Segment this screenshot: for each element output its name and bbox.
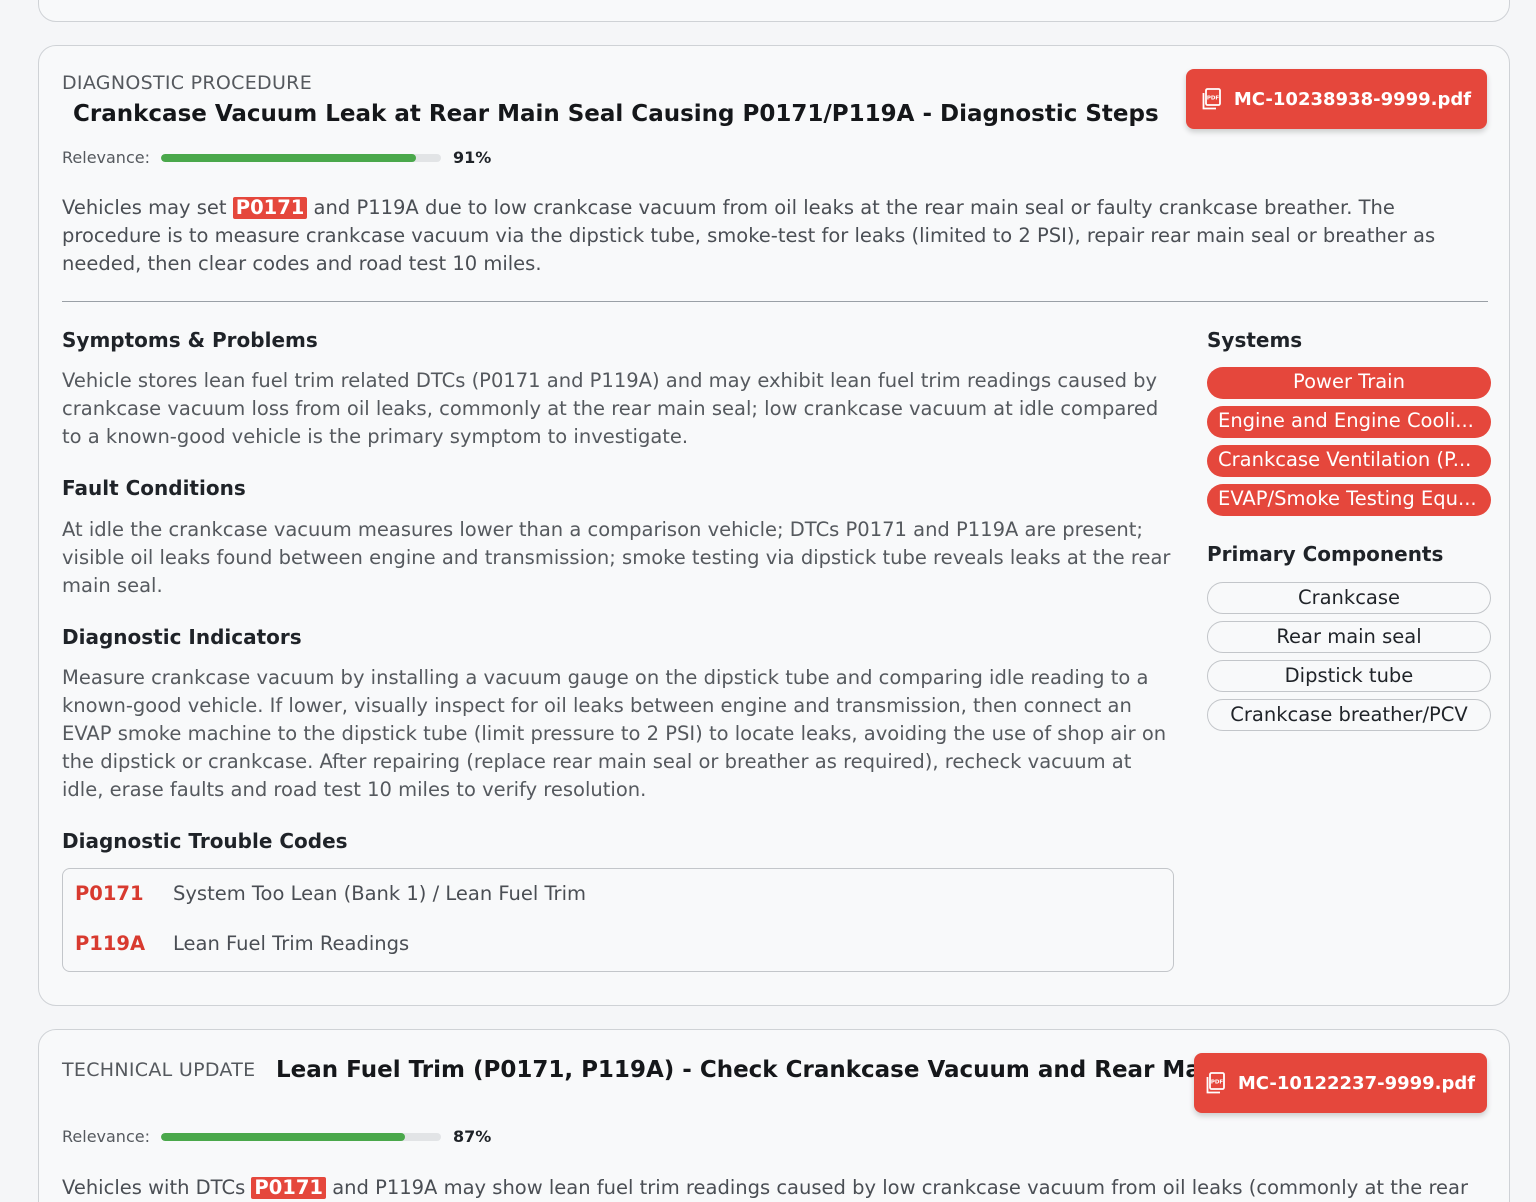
document-title[interactable]: Lean Fuel Trim (P0171, P119A) - Check Cr…: [276, 1057, 1289, 1083]
result-card-technical-update: TECHNICAL UPDATE Lean Fuel Trim (P0171, …: [38, 1029, 1510, 1202]
component-tag-crankcase[interactable]: Crankcase: [1207, 582, 1491, 614]
system-tag-power-train[interactable]: Power Train: [1207, 367, 1491, 399]
relevance-bar-fill: [160, 153, 416, 162]
dtc-description: Lean Fuel Trim Readings: [173, 932, 410, 955]
relevance-bar: [160, 153, 441, 162]
dtc-code: P119A: [75, 932, 146, 955]
pdf-file-icon: PDF: [1202, 88, 1221, 110]
dtc-description: System Too Lean (Bank 1) / Lean Fuel Tri…: [173, 882, 586, 905]
pdf-file-name: MC-10122237-9999.pdf: [1237, 1072, 1476, 1094]
document-type-label: TECHNICAL UPDATE: [62, 1059, 256, 1081]
fault-conditions-body: At idle the crankcase vacuum measures lo…: [62, 518, 1171, 597]
dtc-row[interactable]: P0171 System Too Lean (Bank 1) / Lean Fu…: [75, 882, 586, 905]
document-title[interactable]: Crankcase Vacuum Leak at Rear Main Seal …: [73, 101, 1159, 127]
relevance-bar: [160, 1132, 441, 1141]
system-tag-evap-smoke-testing[interactable]: EVAP/Smoke Testing Equ...: [1207, 484, 1491, 516]
primary-components-heading: Primary Components: [1207, 542, 1444, 566]
svg-text:PDF: PDF: [1207, 96, 1220, 102]
document-summary: Vehicles may set P0171 and P119A due to …: [62, 194, 1488, 278]
open-pdf-button[interactable]: PDF MC-10238938-9999.pdf: [1186, 69, 1487, 129]
result-card-diagnostic-procedure: DIAGNOSTIC PROCEDURE Crankcase Vacuum Le…: [38, 45, 1510, 1006]
symptoms-heading: Symptoms & Problems: [62, 328, 318, 352]
relevance-indicator: Relevance: 91%: [62, 148, 491, 167]
dtc-code: P0171: [75, 882, 144, 905]
component-tag-rear-main-seal[interactable]: Rear main seal: [1207, 621, 1491, 653]
document-type-label: DIAGNOSTIC PROCEDURE: [62, 72, 312, 94]
symptoms-body: Vehicle stores lean fuel trim related DT…: [62, 369, 1159, 448]
summary-text-start: Vehicles with DTCs: [62, 1176, 252, 1199]
diagnostic-indicators-heading: Diagnostic Indicators: [62, 625, 302, 649]
systems-heading: Systems: [1207, 328, 1303, 352]
svg-text:PDF: PDF: [1211, 1080, 1224, 1086]
system-tag-engine-cooling[interactable]: Engine and Engine Cooli...: [1207, 406, 1491, 438]
previous-result-card: [38, 0, 1510, 22]
component-tag-crankcase-breather[interactable]: Crankcase breather/PCV: [1207, 699, 1491, 731]
relevance-bar-fill: [160, 1132, 405, 1141]
dtc-row[interactable]: P119A Lean Fuel Trim Readings: [75, 932, 409, 955]
fault-conditions-heading: Fault Conditions: [62, 476, 246, 500]
pdf-file-icon: PDF: [1206, 1072, 1225, 1094]
summary-text-end: and P119A may show lean fuel trim readin…: [326, 1176, 1468, 1199]
component-tag-dipstick-tube[interactable]: Dipstick tube: [1207, 660, 1491, 692]
diagnostic-indicators-body: Measure crankcase vacuum by installing a…: [62, 666, 1167, 801]
document-summary: Vehicles with DTCs P0171 and P119A may s…: [62, 1174, 1488, 1202]
results-page: DIAGNOSTIC PROCEDURE Crankcase Vacuum Le…: [0, 0, 1536, 1202]
open-pdf-button[interactable]: PDF MC-10122237-9999.pdf: [1194, 1053, 1487, 1113]
dtc-heading: Diagnostic Trouble Codes: [62, 829, 348, 853]
relevance-label: Relevance:: [62, 1127, 150, 1146]
relevance-value: 91%: [452, 148, 492, 167]
pdf-file-name: MC-10238938-9999.pdf: [1233, 88, 1472, 110]
summary-text-start: Vehicles may set: [62, 196, 233, 219]
relevance-value: 87%: [452, 1127, 492, 1146]
highlighted-code-chip: P0171: [232, 197, 308, 219]
relevance-indicator: Relevance: 87%: [62, 1127, 491, 1146]
highlighted-code-chip: P0171: [251, 1177, 326, 1199]
relevance-label: Relevance:: [62, 148, 150, 167]
system-tag-crankcase-ventilation[interactable]: Crankcase Ventilation (P...: [1207, 445, 1491, 477]
section-divider: [62, 301, 1488, 302]
dtc-table: P0171 System Too Lean (Bank 1) / Lean Fu…: [62, 868, 1174, 972]
